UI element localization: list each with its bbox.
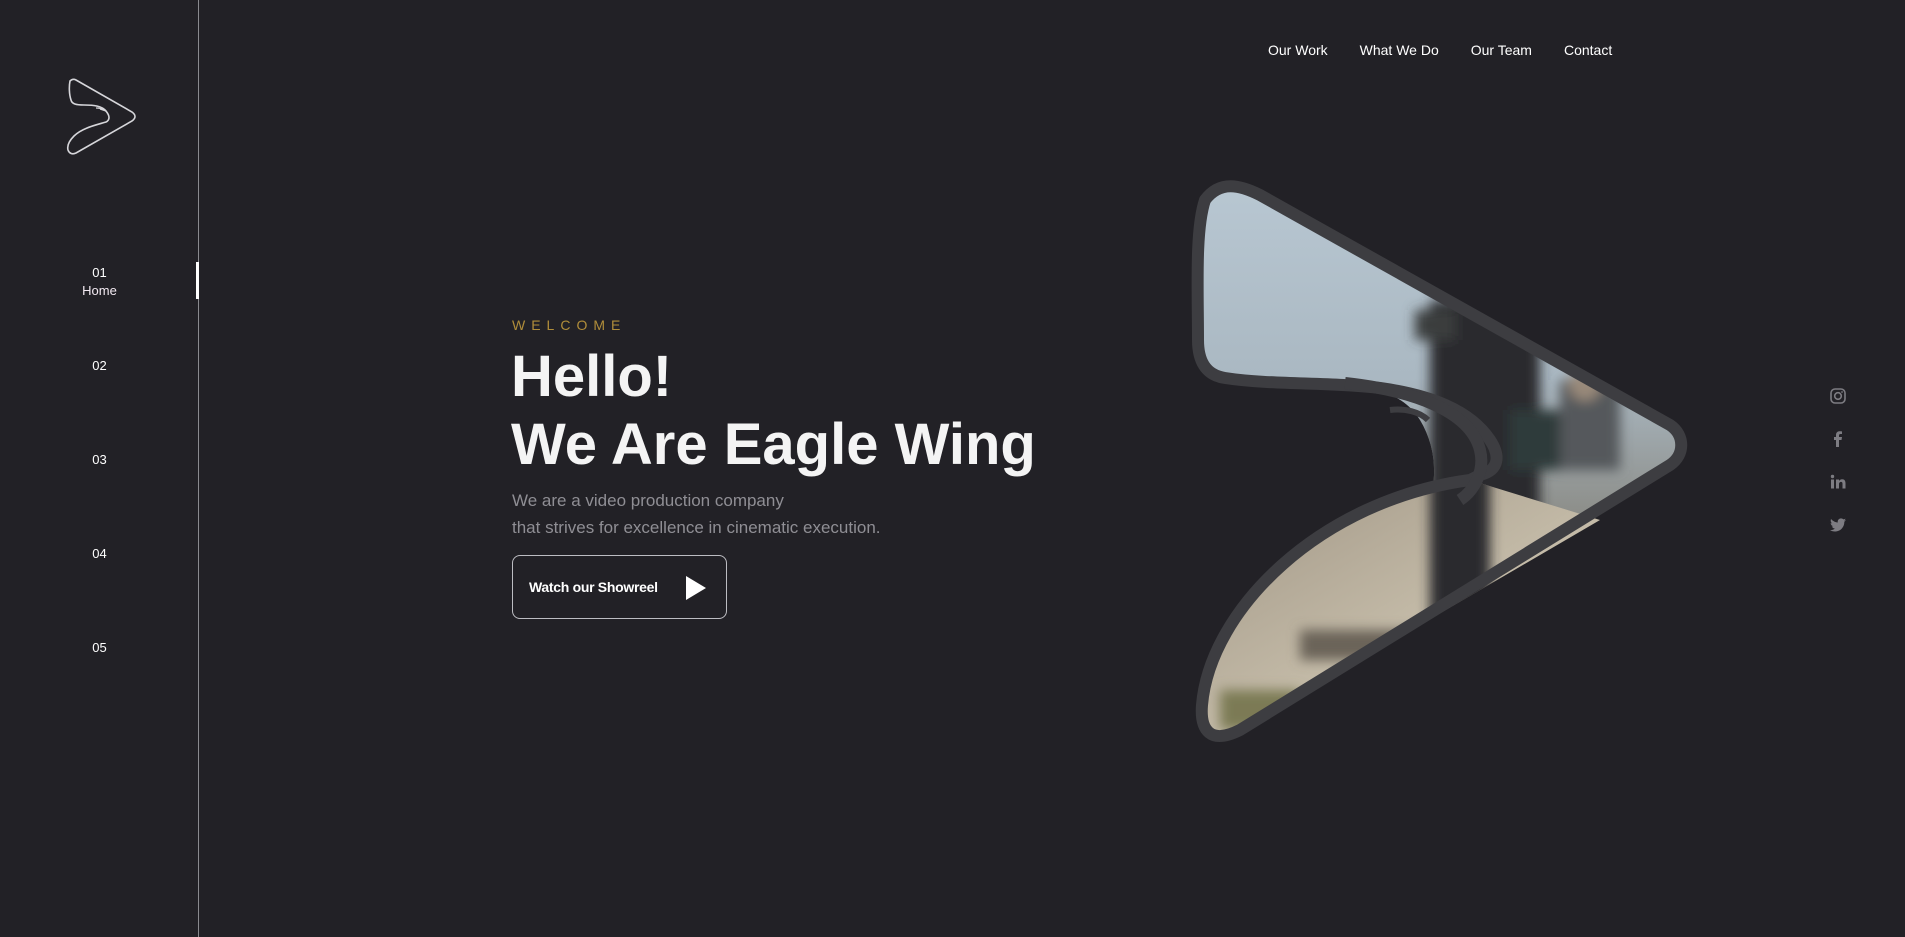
facebook-icon[interactable] xyxy=(1829,430,1847,448)
page: 01 Home 02 03 04 05 Our Work What We Do … xyxy=(0,0,1905,937)
eagle-logo-icon xyxy=(66,78,136,155)
watch-showreel-button[interactable]: Watch our Showreel xyxy=(512,555,727,619)
section-item-01[interactable]: 01 Home xyxy=(0,264,199,300)
twitter-icon[interactable] xyxy=(1829,516,1847,534)
top-nav: Our Work What We Do Our Team Contact xyxy=(1268,42,1644,58)
social-links xyxy=(1829,387,1851,559)
hero-image xyxy=(1191,180,1688,742)
logo[interactable] xyxy=(66,78,138,156)
sidebar: 01 Home 02 03 04 05 xyxy=(0,0,199,937)
section-item-04[interactable]: 04 xyxy=(0,545,199,563)
linkedin-icon[interactable] xyxy=(1829,473,1847,491)
nav-what-we-do[interactable]: What We Do xyxy=(1360,42,1439,58)
hero-title-line2: We Are Eagle Wing xyxy=(511,412,1036,477)
instagram-icon[interactable] xyxy=(1829,387,1847,405)
play-icon xyxy=(686,576,706,600)
showreel-button-label: Watch our Showreel xyxy=(529,579,658,595)
nav-our-work[interactable]: Our Work xyxy=(1268,42,1328,58)
nav-contact[interactable]: Contact xyxy=(1564,42,1612,58)
section-item-03[interactable]: 03 xyxy=(0,451,199,469)
section-item-02[interactable]: 02 xyxy=(0,357,199,375)
hero-eyebrow: WELCOME xyxy=(512,317,627,333)
hero-subtitle: We are a video production company that s… xyxy=(512,487,881,541)
hero-subtitle-line1: We are a video production company xyxy=(512,491,784,510)
section-number: 04 xyxy=(92,546,107,561)
section-number: 02 xyxy=(92,358,107,373)
hero-subtitle-line2: that strives for excellence in cinematic… xyxy=(512,518,881,537)
section-label: Home xyxy=(82,283,117,298)
active-section-indicator xyxy=(196,262,199,299)
section-number: 01 xyxy=(92,265,107,280)
hero-title-line1: Hello! xyxy=(511,344,673,409)
hero-eagle-video-frame xyxy=(1180,170,1720,765)
section-number: 03 xyxy=(92,452,107,467)
section-number: 05 xyxy=(92,640,107,655)
section-item-05[interactable]: 05 xyxy=(0,639,199,657)
nav-our-team[interactable]: Our Team xyxy=(1471,42,1532,58)
hero-title: Hello! We Are Eagle Wing xyxy=(511,343,1036,479)
